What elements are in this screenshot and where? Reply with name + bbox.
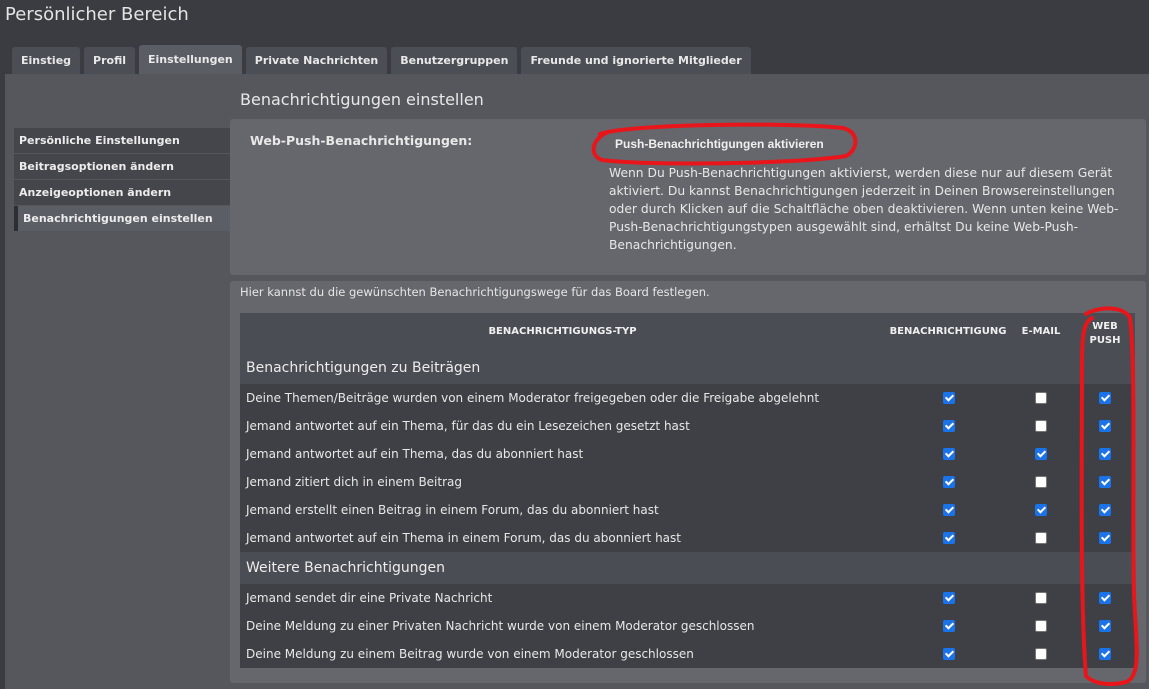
notification-checkbox[interactable] [943,648,955,660]
table-row: Jemand antwortet auf ein Thema in einem … [240,524,1135,552]
email-checkbox[interactable] [1035,448,1047,460]
row-label: Deine Themen/Beiträge wurden von einem M… [246,391,820,405]
group-header: Weitere Benachrichtigungen [240,552,1135,584]
table-row: Deine Meldung zu einer Privaten Nachrich… [240,612,1135,640]
webpush-checkbox[interactable] [1099,592,1111,604]
email-checkbox[interactable] [1035,504,1047,516]
header-email: E-MAIL [1021,326,1061,337]
section-title: Benachrichtigungen einstellen [240,90,484,109]
notification-checkbox[interactable] [943,476,955,488]
notification-checkbox[interactable] [943,620,955,632]
tab-freunde[interactable]: Freunde und ignorierte Mitglieder [521,47,751,74]
sidebar-item-benachrichtigungen[interactable]: Benachrichtigungen einstellen [14,206,230,231]
webpush-checkbox[interactable] [1099,448,1111,460]
notification-table: BENACHRICHTIGUNGS-TYP BENACHRICHTIGUNG E… [240,313,1135,668]
table-header: BENACHRICHTIGUNGS-TYP BENACHRICHTIGUNG E… [240,313,1135,352]
notification-checkbox[interactable] [943,392,955,404]
email-checkbox[interactable] [1035,476,1047,488]
notification-checkbox[interactable] [943,420,955,432]
sidebar-item-anzeigeoptionen[interactable]: Anzeigeoptionen ändern [14,180,230,205]
email-checkbox[interactable] [1035,420,1047,432]
header-webpush-line1: WEB [1092,321,1118,332]
table-row: Deine Meldung zu einem Beitrag wurde von… [240,640,1135,668]
email-checkbox[interactable] [1035,620,1047,632]
row-label: Jemand antwortet auf ein Thema in einem … [246,531,681,545]
email-checkbox[interactable] [1035,532,1047,544]
page-title: Persönlicher Bereich [5,4,189,25]
row-label: Jemand antwortet auf ein Thema, das du a… [246,447,584,461]
webpush-checkbox[interactable] [1099,392,1111,404]
table-row: Jemand antwortet auf ein Thema, das du a… [240,440,1135,468]
email-checkbox[interactable] [1035,648,1047,660]
webpush-checkbox[interactable] [1099,420,1111,432]
webpush-checkbox[interactable] [1099,532,1111,544]
header-webpush-line2: PUSH [1089,335,1121,346]
tab-private-nachrichten[interactable]: Private Nachrichten [245,47,388,74]
row-label: Deine Meldung zu einer Privaten Nachrich… [246,619,755,633]
web-push-description: Wenn Du Push-Benachrichtigungen aktivier… [609,166,1119,252]
row-label: Jemand antwortet auf ein Thema, für das … [246,419,690,433]
table-row: Deine Themen/Beiträge wurden von einem M… [240,384,1135,412]
tab-einstieg[interactable]: Einstieg [12,47,81,74]
sidebar-nav: Persönliche Einstellungen Beitragsoption… [14,128,230,232]
webpush-checkbox[interactable] [1099,620,1111,632]
row-label: Deine Meldung zu einem Beitrag wurde von… [246,647,694,661]
header-webpush: WEB PUSH [1080,320,1130,348]
notification-checkbox[interactable] [943,448,955,460]
table-row: Jemand zitiert dich in einem Beitrag [240,468,1135,496]
header-notification: BENACHRICHTIGUNG [889,326,1007,337]
sidebar-item-beitragsoptionen[interactable]: Beitragsoptionen ändern [14,154,230,179]
webpush-checkbox[interactable] [1099,504,1111,516]
header-type: BENACHRICHTIGUNGS-TYP [488,326,637,337]
enable-push-button[interactable]: Push-Benachrichtigungen aktivieren [604,131,854,157]
webpush-checkbox[interactable] [1099,648,1111,660]
web-push-label: Web-Push-Benachrichtigungen: [250,133,473,148]
methods-intro-text: Hier kannst du die gewünschten Benachric… [240,285,710,299]
tab-profil[interactable]: Profil [84,47,135,74]
row-label: Jemand zitiert dich in einem Beitrag [246,475,462,489]
notification-checkbox[interactable] [943,504,955,516]
webpush-checkbox[interactable] [1099,476,1111,488]
row-label: Jemand sendet dir eine Private Nachricht [246,591,493,605]
sidebar-item-persoenliche-einstellungen[interactable]: Persönliche Einstellungen [14,128,230,153]
group-header: Benachrichtigungen zu Beiträgen [240,352,1135,384]
tab-einstellungen[interactable]: Einstellungen [139,45,242,74]
email-checkbox[interactable] [1035,592,1047,604]
table-row: Jemand antwortet auf ein Thema, für das … [240,412,1135,440]
email-checkbox[interactable] [1035,392,1047,404]
table-row: Jemand sendet dir eine Private Nachricht [240,584,1135,612]
row-label: Jemand erstellt einen Beitrag in einem F… [246,503,659,517]
notification-checkbox[interactable] [943,532,955,544]
tab-bar: Einstieg Profil Einstellungen Private Na… [12,45,753,74]
tab-benutzergruppen[interactable]: Benutzergruppen [391,47,518,74]
notification-checkbox[interactable] [943,592,955,604]
table-row: Jemand erstellt einen Beitrag in einem F… [240,496,1135,524]
